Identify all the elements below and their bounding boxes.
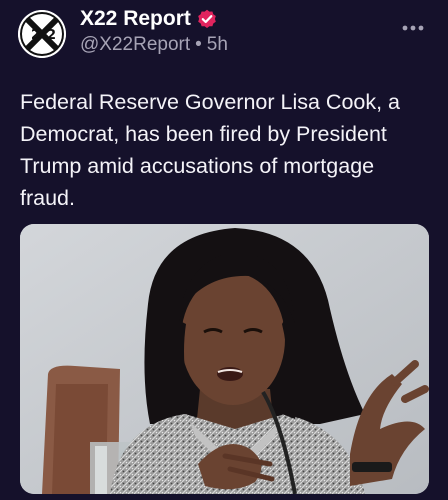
more-options-icon bbox=[402, 25, 424, 31]
photo-woman-speaking bbox=[20, 224, 429, 494]
author-handle[interactable]: @X22Report bbox=[80, 34, 190, 55]
author-meta: @X22Report • 5h bbox=[80, 34, 228, 56]
post-text: Federal Reserve Governor Lisa Cook, a De… bbox=[20, 90, 401, 210]
more-options-button[interactable] bbox=[398, 20, 428, 36]
avatar[interactable]: 2 2 bbox=[18, 10, 66, 58]
author-name-row: X22 Report bbox=[80, 7, 217, 31]
post-media-photo[interactable] bbox=[20, 224, 429, 494]
verified-badge-icon bbox=[198, 9, 216, 29]
svg-text:2: 2 bbox=[47, 28, 56, 43]
meta-separator: • bbox=[195, 34, 202, 55]
x22-logo-avatar-icon: 2 2 bbox=[18, 10, 66, 58]
post-timestamp[interactable]: 5h bbox=[207, 34, 228, 55]
svg-text:2: 2 bbox=[31, 28, 40, 43]
author-display-name[interactable]: X22 Report bbox=[80, 7, 191, 31]
post-card: 2 2 X22 Report @X22Report • 5h Federal Res… bbox=[0, 0, 448, 500]
